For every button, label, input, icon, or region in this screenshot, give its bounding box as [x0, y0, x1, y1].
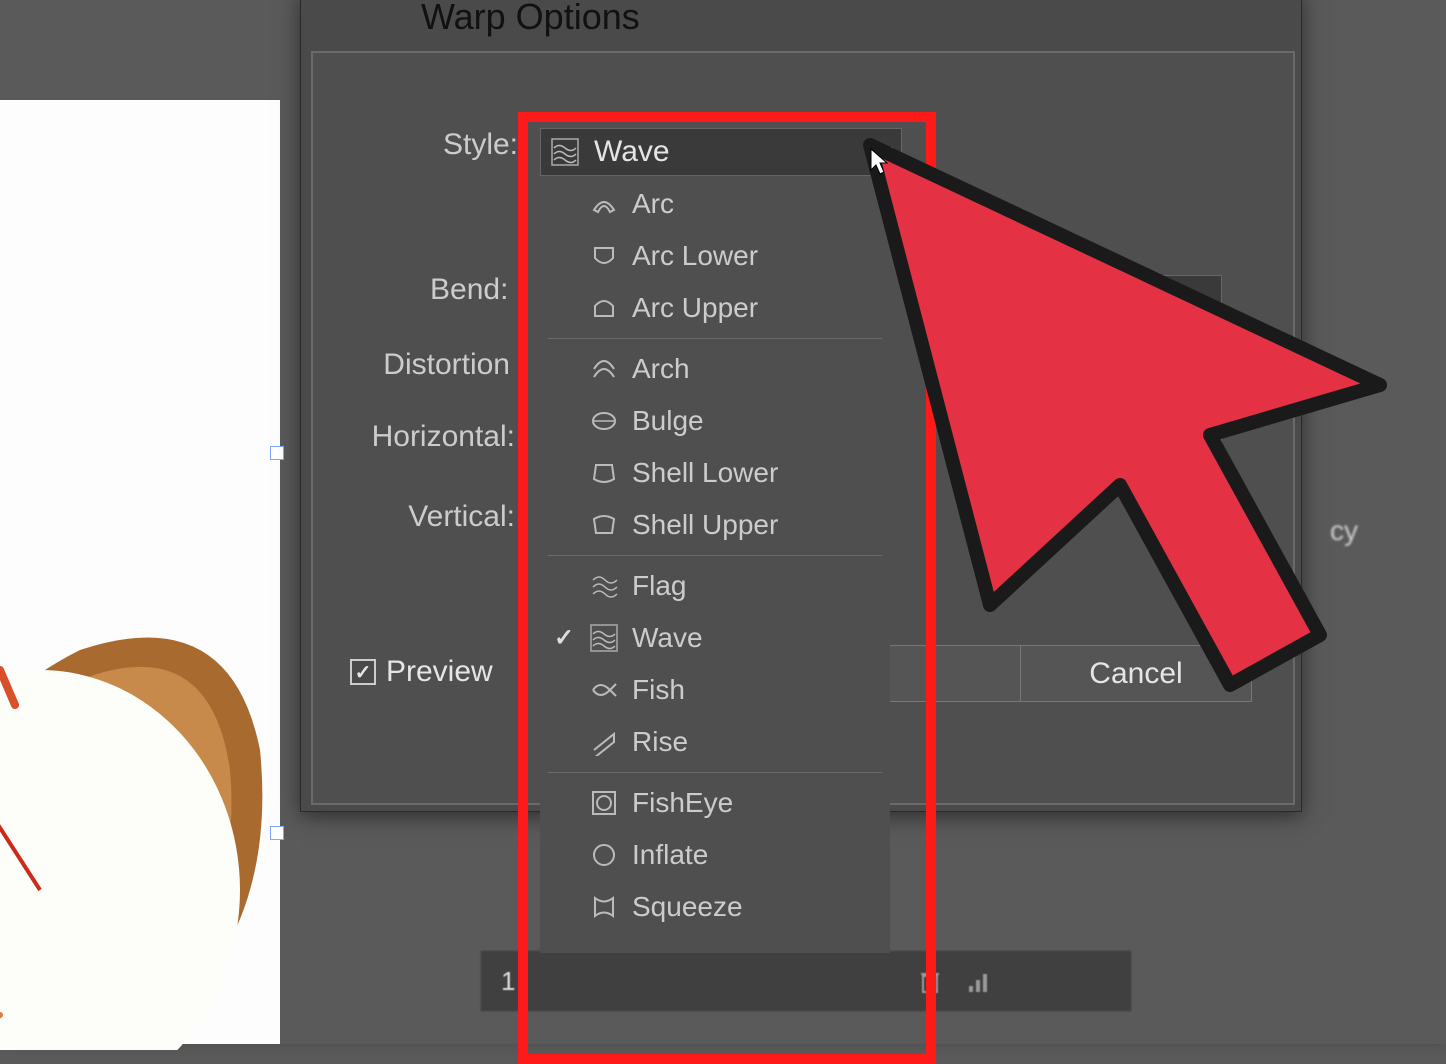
- dropdown-item-label: Rise: [632, 726, 688, 758]
- arc-lower-icon: [590, 242, 618, 270]
- dropdown-separator: [548, 772, 882, 773]
- shell-lower-icon: [590, 459, 618, 487]
- dropdown-item-label: Arc Lower: [632, 240, 758, 272]
- dropdown-item-label: Arc Upper: [632, 292, 758, 324]
- preview-label: Preview: [386, 655, 493, 689]
- rise-icon: [590, 728, 618, 756]
- dropdown-item-arch[interactable]: Arch: [540, 343, 890, 395]
- dropdown-item-shell-lower[interactable]: Shell Lower: [540, 447, 890, 499]
- fish-icon: [590, 676, 618, 704]
- dropdown-item-inflate[interactable]: Inflate: [540, 829, 890, 881]
- fisheye-icon: [590, 789, 618, 817]
- dialog-title: Warp Options: [421, 0, 640, 38]
- dropdown-item-label: Shell Upper: [632, 509, 778, 541]
- dropdown-item-flag[interactable]: Flag: [540, 560, 890, 612]
- wave-icon: [551, 138, 579, 166]
- wave-icon: [590, 624, 618, 652]
- dropdown-item-label: Arch: [632, 353, 690, 385]
- selection-handle[interactable]: [270, 446, 284, 460]
- dropdown-item-label: Inflate: [632, 839, 708, 871]
- canvas-artwork-clock: [0, 550, 280, 1050]
- dropdown-selected-label: Wave: [594, 135, 670, 169]
- page-number: 1: [501, 966, 515, 997]
- distortion-label: Distortion: [370, 348, 510, 382]
- dropdown-item-label: Arc: [632, 188, 674, 220]
- dropdown-separator: [548, 555, 882, 556]
- system-cursor-icon: [870, 148, 890, 183]
- checkbox-icon: ✓: [350, 659, 376, 685]
- inflate-icon: [590, 841, 618, 869]
- dropdown-item-label: Wave: [632, 622, 703, 654]
- dropdown-item-wave[interactable]: ✓ Wave: [540, 612, 890, 664]
- dropdown-item-arc-upper[interactable]: Arc Upper: [540, 282, 890, 334]
- preview-checkbox[interactable]: ✓ Preview: [350, 655, 493, 689]
- dropdown-item-label: Flag: [632, 570, 686, 602]
- shell-upper-icon: [590, 511, 618, 539]
- style-dropdown-list: Arc Arc Lower Arc Upper Arch Bulge Shell…: [540, 178, 890, 953]
- check-icon: ✓: [554, 624, 574, 653]
- bars-icon[interactable]: [965, 966, 995, 996]
- dropdown-item-fisheye[interactable]: FishEye: [540, 777, 890, 829]
- style-label: Style:: [440, 128, 518, 162]
- dropdown-item-rise[interactable]: Rise: [540, 716, 890, 768]
- flag-icon: [590, 572, 618, 600]
- horizontal-label: Horizontal:: [370, 420, 515, 454]
- canvas-artboard: [0, 100, 280, 1044]
- style-dropdown[interactable]: Wave: [540, 128, 902, 176]
- arc-icon: [590, 190, 618, 218]
- dropdown-item-label: Fish: [632, 674, 685, 706]
- dropdown-item-arc[interactable]: Arc: [540, 178, 890, 230]
- bulge-icon: [590, 407, 618, 435]
- arch-icon: [590, 355, 618, 383]
- dropdown-item-label: Bulge: [632, 405, 704, 437]
- dropdown-item-bulge[interactable]: Bulge: [540, 395, 890, 447]
- dropdown-separator: [548, 338, 882, 339]
- annotation-cursor-icon: [860, 135, 1400, 700]
- dropdown-item-label: Shell Lower: [632, 457, 778, 489]
- squeeze-icon: [590, 893, 618, 921]
- dropdown-item-shell-upper[interactable]: Shell Upper: [540, 499, 890, 551]
- bend-label: Bend:: [430, 273, 508, 307]
- arc-upper-icon: [590, 294, 618, 322]
- dropdown-item-arc-lower[interactable]: Arc Lower: [540, 230, 890, 282]
- dropdown-item-label: Squeeze: [632, 891, 743, 923]
- dropdown-item-fish[interactable]: Fish: [540, 664, 890, 716]
- dropdown-item-label: FishEye: [632, 787, 733, 819]
- dropdown-item-squeeze[interactable]: Squeeze: [540, 881, 890, 933]
- vertical-label: Vertical:: [400, 500, 515, 534]
